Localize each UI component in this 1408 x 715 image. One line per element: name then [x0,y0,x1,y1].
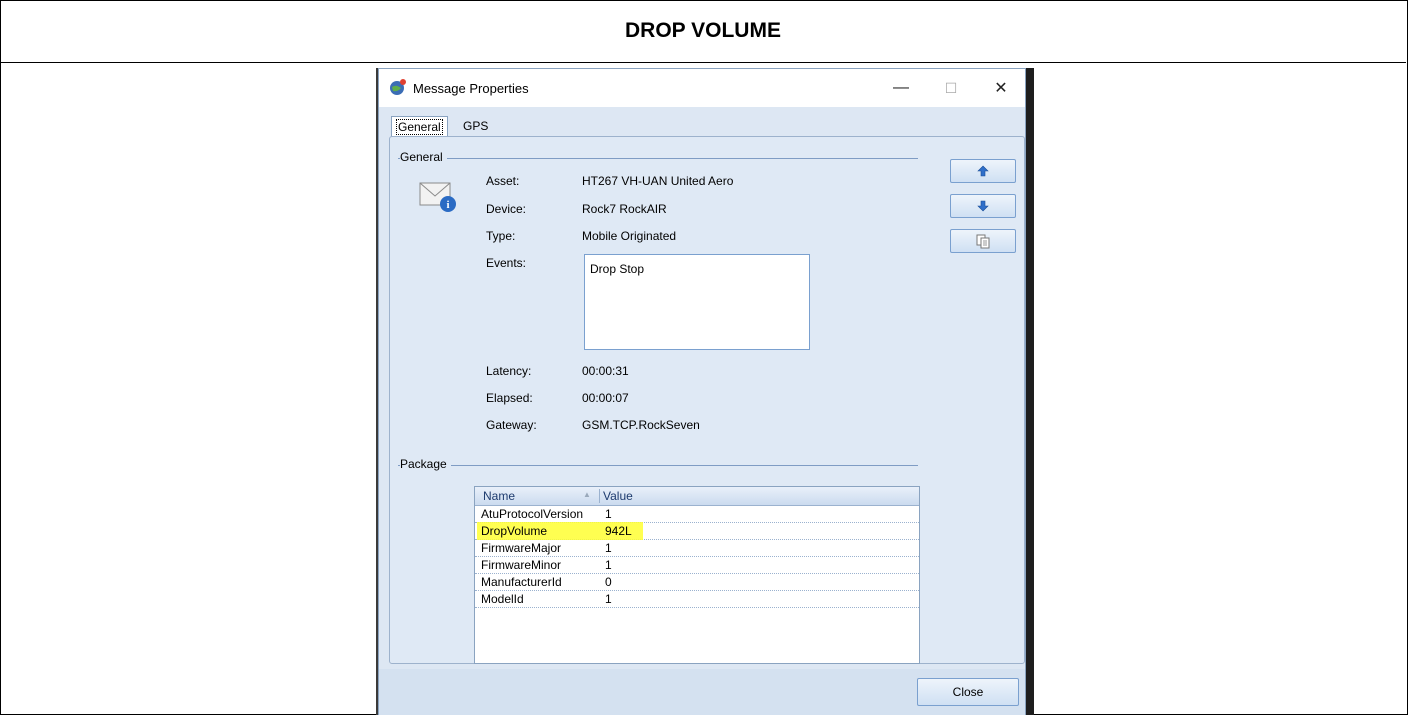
column-header-value[interactable]: Value [603,489,633,503]
type-value: Mobile Originated [582,229,677,243]
app-globe-icon [390,79,406,95]
sort-ascending-icon: ▲ [583,490,591,499]
row-value: 1 [605,541,612,555]
table-row[interactable]: ManufacturerId 0 [475,574,919,591]
general-group-label: General [400,150,447,164]
asset-value: HT267 VH-UAN United Aero [582,174,734,188]
event-item[interactable]: Drop Stop [590,262,644,276]
events-list[interactable]: Drop Stop [584,254,810,350]
package-group-divider [398,465,918,466]
column-separator[interactable] [599,489,600,503]
elapsed-label: Elapsed: [486,391,533,405]
svg-text:i: i [446,199,449,211]
table-row[interactable]: DropVolume 942L [475,522,919,540]
asset-label: Asset: [486,174,520,188]
table-row[interactable]: AtuProtocolVersion 1 [475,506,919,523]
arrow-up-icon [977,165,989,177]
background-strip [1026,68,1034,715]
row-value: 1 [605,558,612,572]
row-value: 942L [605,524,632,538]
close-button[interactable]: Close [917,678,1019,706]
table-row[interactable]: ModelId 1 [475,591,919,608]
device-value: Rock7 RockAIR [582,202,667,216]
gateway-label: Gateway: [486,418,537,432]
message-info-icon: i [419,182,456,212]
minimize-button[interactable]: — [881,75,921,101]
type-label: Type: [486,229,516,243]
arrow-down-icon [977,200,989,212]
events-label: Events: [486,256,527,270]
table-row[interactable]: FirmwareMinor 1 [475,557,919,574]
column-header-name[interactable]: Name [483,489,515,503]
grid-header: Name ▲ Value [475,487,919,506]
row-value: 0 [605,575,612,589]
row-value: 1 [605,592,612,606]
package-grid[interactable]: Name ▲ Value AtuProtocolVersion 1 DropVo… [474,486,920,664]
copy-button[interactable] [950,229,1016,253]
window-title: Message Properties [413,81,529,96]
elapsed-value: 00:00:07 [582,391,629,405]
message-properties-dialog: Message Properties — ☐ ✕ General GPS Gen… [378,68,1026,715]
title-bar[interactable]: Message Properties — ☐ ✕ [379,69,1025,107]
move-down-button[interactable] [950,194,1016,218]
maximize-button[interactable]: ☐ [931,75,971,101]
tab-gps[interactable]: GPS [459,116,492,136]
screenshot: Message Properties — ☐ ✕ General GPS Gen… [376,68,1034,715]
general-tab-panel: General i Asset: HT267 VH-UAN United Aer… [389,136,1025,664]
row-value: 1 [605,507,612,521]
latency-value: 00:00:31 [582,364,629,378]
latency-label: Latency: [486,364,532,378]
general-group-divider [398,158,918,159]
tab-general[interactable]: General [391,116,448,137]
device-label: Device: [486,202,527,216]
package-group-label: Package [400,457,451,471]
row-name: FirmwareMajor [481,541,562,555]
heading-row: DROP VOLUME [0,0,1406,63]
table-row[interactable]: FirmwareMajor 1 [475,540,919,557]
row-name: FirmwareMinor [481,558,562,572]
page-heading: DROP VOLUME [625,19,781,42]
row-name: ModelId [481,592,524,606]
row-name: ManufacturerId [481,575,562,589]
move-up-button[interactable] [950,159,1016,183]
close-window-button[interactable]: ✕ [981,75,1021,101]
row-name: DropVolume [481,524,548,538]
row-name: AtuProtocolVersion [481,507,584,521]
gateway-value: GSM.TCP.RockSeven [582,418,700,432]
copy-icon [976,234,990,249]
